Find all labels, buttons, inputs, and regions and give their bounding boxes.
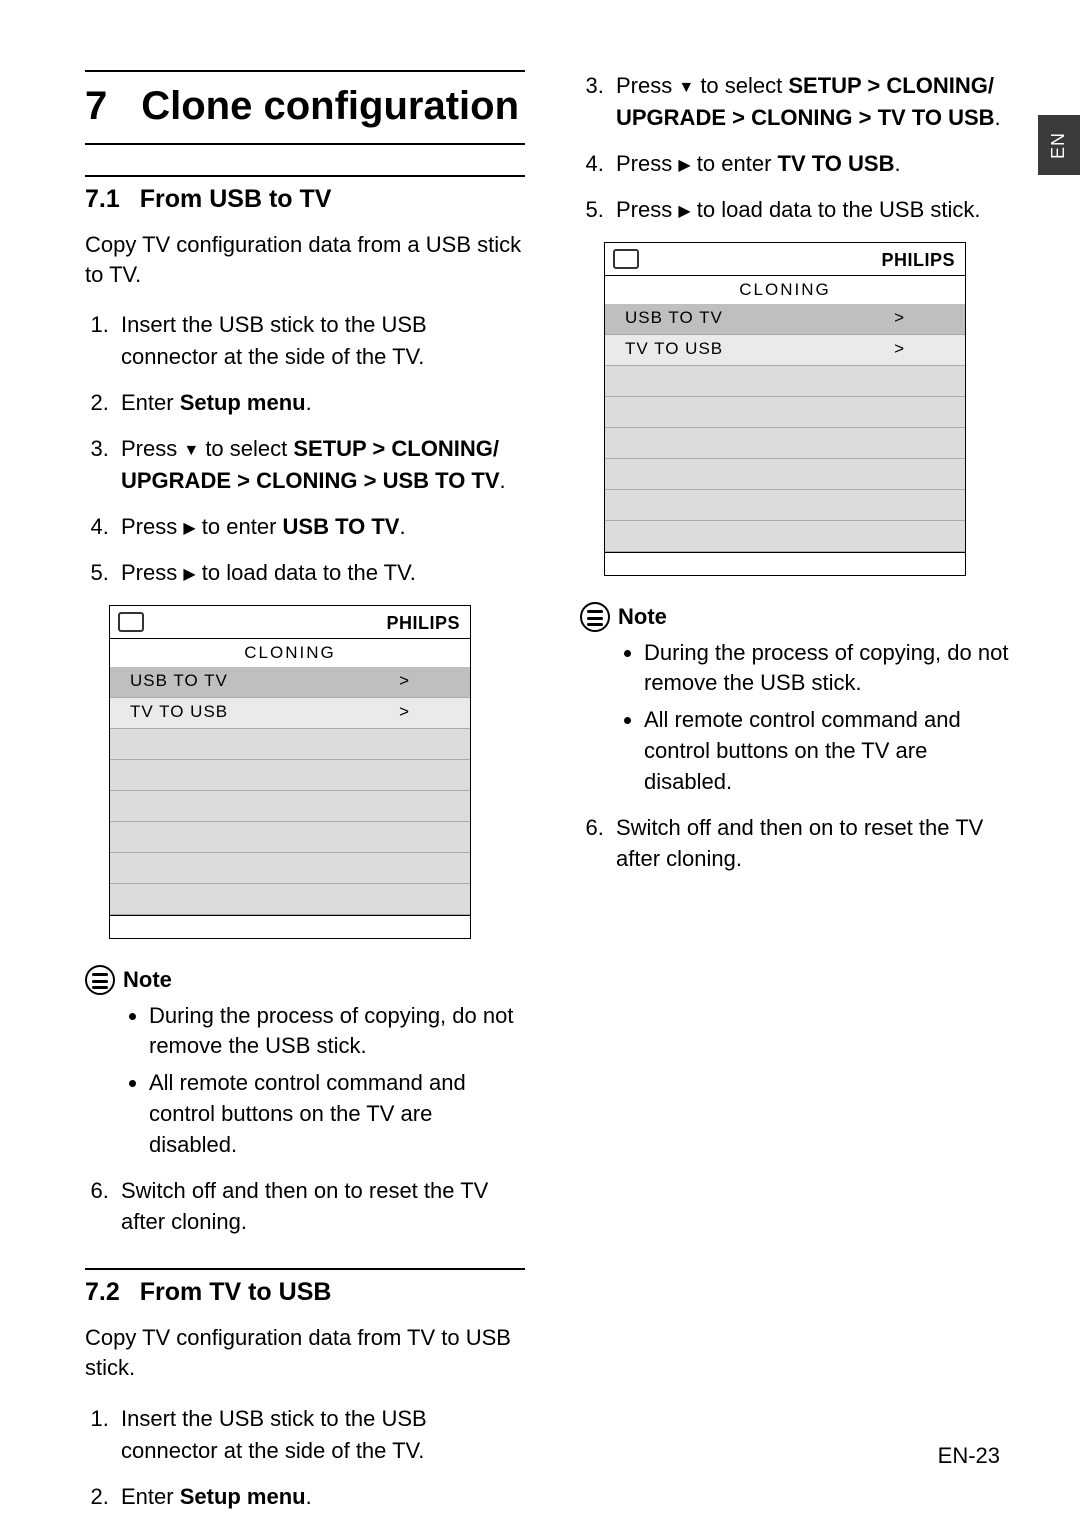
step-item: Insert the USB stick to the USB connecto…	[115, 309, 525, 373]
menu-rows: USB TO TV > TV TO USB >	[110, 667, 470, 915]
step-item: Switch off and then on to reset the TV a…	[115, 1175, 525, 1239]
menu-row-blank	[110, 853, 470, 884]
note-icon	[580, 602, 610, 632]
menu-row-usb-to-tv[interactable]: USB TO TV >	[110, 667, 470, 698]
brand-label: PHILIPS	[881, 250, 955, 271]
note-bullet: During the process of copying, do not re…	[644, 638, 1020, 700]
chapter-title: Clone configuration	[141, 84, 519, 129]
step-item: Press ▶ to load data to the USB stick.	[610, 194, 1020, 226]
menu-row-blank	[605, 459, 965, 490]
language-tab-label: EN	[1048, 131, 1069, 158]
note-block: Note During the process of copying, do n…	[580, 602, 1020, 798]
menu-row-blank	[110, 884, 470, 915]
language-tab: EN	[1038, 115, 1080, 175]
step-item: Press ▶ to enter USB TO TV.	[115, 511, 525, 543]
note-bullets: During the process of copying, do not re…	[620, 638, 1020, 798]
menu-row-blank	[605, 428, 965, 459]
step-item: Press ▶ to load data to the TV.	[115, 557, 525, 589]
menu-row-blank	[110, 760, 470, 791]
section-title-text: From USB to TV	[140, 185, 332, 214]
section-7-2-steps-final: Switch off and then on to reset the TV a…	[580, 812, 1020, 876]
chapter-heading: 7 Clone configuration	[85, 70, 525, 145]
section-number: 7.1	[85, 185, 120, 214]
menu-row-usb-to-tv[interactable]: USB TO TV >	[605, 304, 965, 335]
menu-title: CLONING	[605, 276, 965, 304]
usb-icon	[116, 610, 146, 634]
step-item: Press ▼ to select SETUP > CLONING/ UPGRA…	[115, 433, 525, 497]
step-item: Enter Setup menu.	[115, 387, 525, 419]
menu-row-blank	[110, 822, 470, 853]
menu-row-blank	[605, 397, 965, 428]
menu-row-blank	[110, 729, 470, 760]
menu-row-blank	[605, 490, 965, 521]
section-7-1-intro: Copy TV configuration data from a USB st…	[85, 230, 525, 289]
section-7-1-steps: Insert the USB stick to the USB connecto…	[85, 309, 525, 588]
note-icon	[85, 965, 115, 995]
step-item: Press ▼ to select SETUP > CLONING/ UPGRA…	[610, 70, 1020, 134]
brand-label: PHILIPS	[386, 613, 460, 634]
step-item: Enter Setup menu.	[115, 1481, 525, 1513]
cloning-menu-screenshot: PHILIPS CLONING USB TO TV > TV TO USB >	[109, 605, 471, 939]
down-icon: ▼	[183, 442, 199, 459]
menu-row-tv-to-usb[interactable]: TV TO USB >	[605, 335, 965, 366]
menu-row-tv-to-usb[interactable]: TV TO USB >	[110, 698, 470, 729]
right-icon: ▶	[183, 520, 195, 537]
page-number: EN-23	[938, 1443, 1000, 1469]
section-7-2-steps-cont: Press ▼ to select SETUP > CLONING/ UPGRA…	[580, 70, 1020, 226]
menu-row-blank	[110, 791, 470, 822]
menu-rows: USB TO TV > TV TO USB >	[605, 304, 965, 552]
section-7-2-steps: Insert the USB stick to the USB connecto…	[85, 1403, 525, 1513]
step-item: Press ▶ to enter TV TO USB.	[610, 148, 1020, 180]
right-icon: ▶	[678, 157, 690, 174]
right-icon: ▶	[183, 566, 195, 583]
cloning-menu-screenshot: PHILIPS CLONING USB TO TV > TV TO USB >	[604, 242, 966, 576]
right-icon: ▶	[678, 203, 690, 220]
step-item: Switch off and then on to reset the TV a…	[610, 812, 1020, 876]
note-bullet: All remote control command and control b…	[644, 705, 1020, 797]
section-7-2-heading: 7.2 From TV to USB	[85, 1268, 525, 1307]
menu-footer	[605, 552, 965, 575]
menu-title: CLONING	[110, 639, 470, 667]
section-number: 7.2	[85, 1278, 120, 1307]
left-column: 7 Clone configuration 7.1 From USB to TV…	[85, 70, 525, 1526]
note-bullets: During the process of copying, do not re…	[125, 1001, 525, 1161]
manual-page: EN 7 Clone configuration 7.1 From USB to…	[0, 0, 1080, 1509]
section-7-2-intro: Copy TV configuration data from TV to US…	[85, 1323, 525, 1382]
chapter-number: 7	[85, 84, 107, 129]
usb-icon	[611, 247, 641, 271]
section-title-text: From TV to USB	[140, 1278, 332, 1307]
menu-footer	[110, 915, 470, 938]
note-heading: Note	[618, 604, 667, 630]
section-7-1-heading: 7.1 From USB to TV	[85, 175, 525, 214]
section-7-1-steps-cont: Switch off and then on to reset the TV a…	[85, 1175, 525, 1239]
right-column: Press ▼ to select SETUP > CLONING/ UPGRA…	[580, 70, 1020, 1526]
menu-row-blank	[605, 521, 965, 552]
menu-row-blank	[605, 366, 965, 397]
note-heading: Note	[123, 967, 172, 993]
step-item: Insert the USB stick to the USB connecto…	[115, 1403, 525, 1467]
down-icon: ▼	[678, 79, 694, 96]
note-bullet: All remote control command and control b…	[149, 1068, 525, 1160]
note-bullet: During the process of copying, do not re…	[149, 1001, 525, 1063]
note-block: Note During the process of copying, do n…	[85, 965, 525, 1161]
